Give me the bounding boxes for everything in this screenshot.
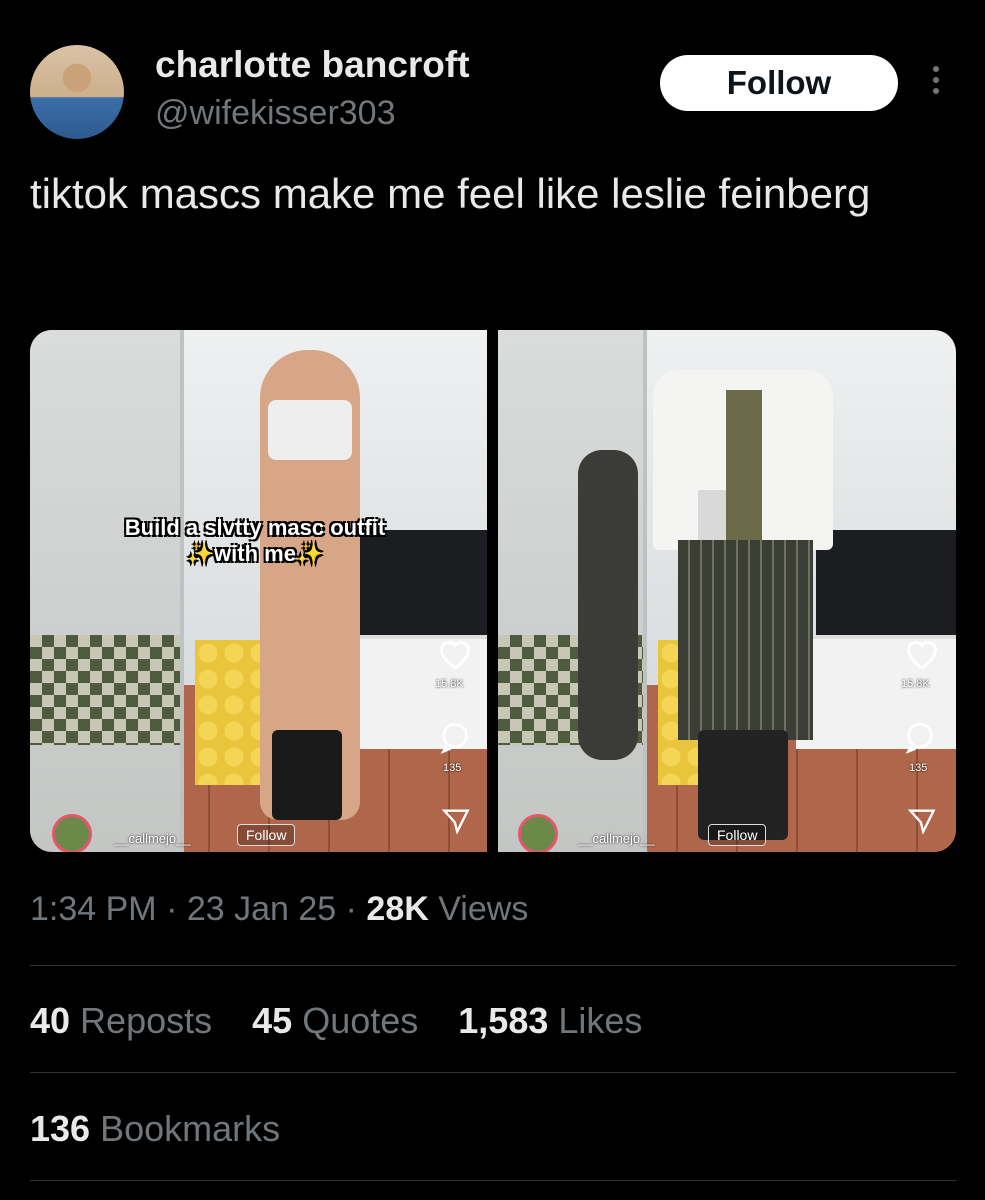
tiktok-heart-icon: [906, 641, 938, 670]
tiktok-comment-count: 135: [909, 762, 928, 774]
tiktok-like-count: 15.8K: [901, 678, 930, 690]
quotes-stat[interactable]: 45 Quotes: [252, 1000, 418, 1041]
tiktok-heart-icon: [439, 641, 471, 670]
more-icon[interactable]: [928, 66, 944, 100]
tiktok-share-icon: [908, 809, 936, 834]
quotes-label: Quotes: [292, 1000, 419, 1041]
tiktok-username: __callmejo__: [578, 831, 655, 846]
likes-count: 1,583: [458, 1000, 549, 1041]
tiktok-avatar: [52, 814, 92, 852]
tiktok-like-count: 15.8K: [435, 678, 464, 690]
bookmarks-label: Bookmarks: [90, 1108, 281, 1149]
divider: [30, 1180, 956, 1181]
author-handle[interactable]: @wifekisser303: [155, 94, 396, 133]
video-overlay-text: Build a slvtty masc outfit ✨with me✨: [124, 515, 386, 566]
quotes-count: 45: [252, 1000, 293, 1041]
reposts-stat[interactable]: 40 Reposts: [30, 1000, 212, 1041]
tiktok-follow-button: Follow: [708, 824, 767, 846]
bookmarks-count: 136: [30, 1108, 91, 1149]
tweet-date[interactable]: 23 Jan 25: [187, 890, 336, 928]
divider: [30, 965, 956, 966]
author-display-name[interactable]: charlotte bancroft: [155, 44, 470, 86]
video-frame-2: [498, 330, 956, 852]
author-avatar[interactable]: [30, 45, 124, 139]
divider: [30, 1072, 956, 1073]
tweet-text: tiktok mascs make me feel like leslie fe…: [30, 170, 871, 217]
likes-stat[interactable]: 1,583 Likes: [458, 1000, 642, 1041]
tiktok-comment-icon: [905, 722, 933, 754]
video-frame-1: [30, 330, 487, 852]
likes-label: Likes: [548, 1000, 643, 1041]
tiktok-username: __callmejo__: [114, 831, 191, 846]
views-count: 28K: [366, 890, 429, 928]
media-image-2[interactable]: 15.8K 135 __callmejo__ Follow: [498, 330, 956, 852]
tiktok-follow-button: Follow: [237, 824, 296, 846]
tweet-time[interactable]: 1:34 PM: [30, 890, 157, 928]
bookmarks-stat[interactable]: 136 Bookmarks: [30, 1108, 280, 1150]
meta-separator: ·: [156, 890, 187, 928]
tiktok-comment-icon: [440, 722, 468, 754]
media-image-1[interactable]: Build a slvtty masc outfit ✨with me✨ 15.…: [30, 330, 487, 852]
reposts-count: 40: [30, 1000, 71, 1041]
tweet-meta: 1:34 PM · 23 Jan 25 · 28K Views: [30, 890, 528, 929]
reposts-label: Reposts: [70, 1000, 213, 1041]
meta-separator: ·: [336, 890, 367, 928]
views-label: Views: [428, 890, 529, 928]
engagement-stats: 40 Reposts 45 Quotes 1,583 Likes: [30, 1000, 672, 1042]
tiktok-comment-count: 135: [443, 762, 462, 774]
tiktok-avatar: [518, 814, 558, 852]
tiktok-share-icon: [442, 809, 470, 834]
follow-button[interactable]: Follow: [660, 55, 898, 111]
